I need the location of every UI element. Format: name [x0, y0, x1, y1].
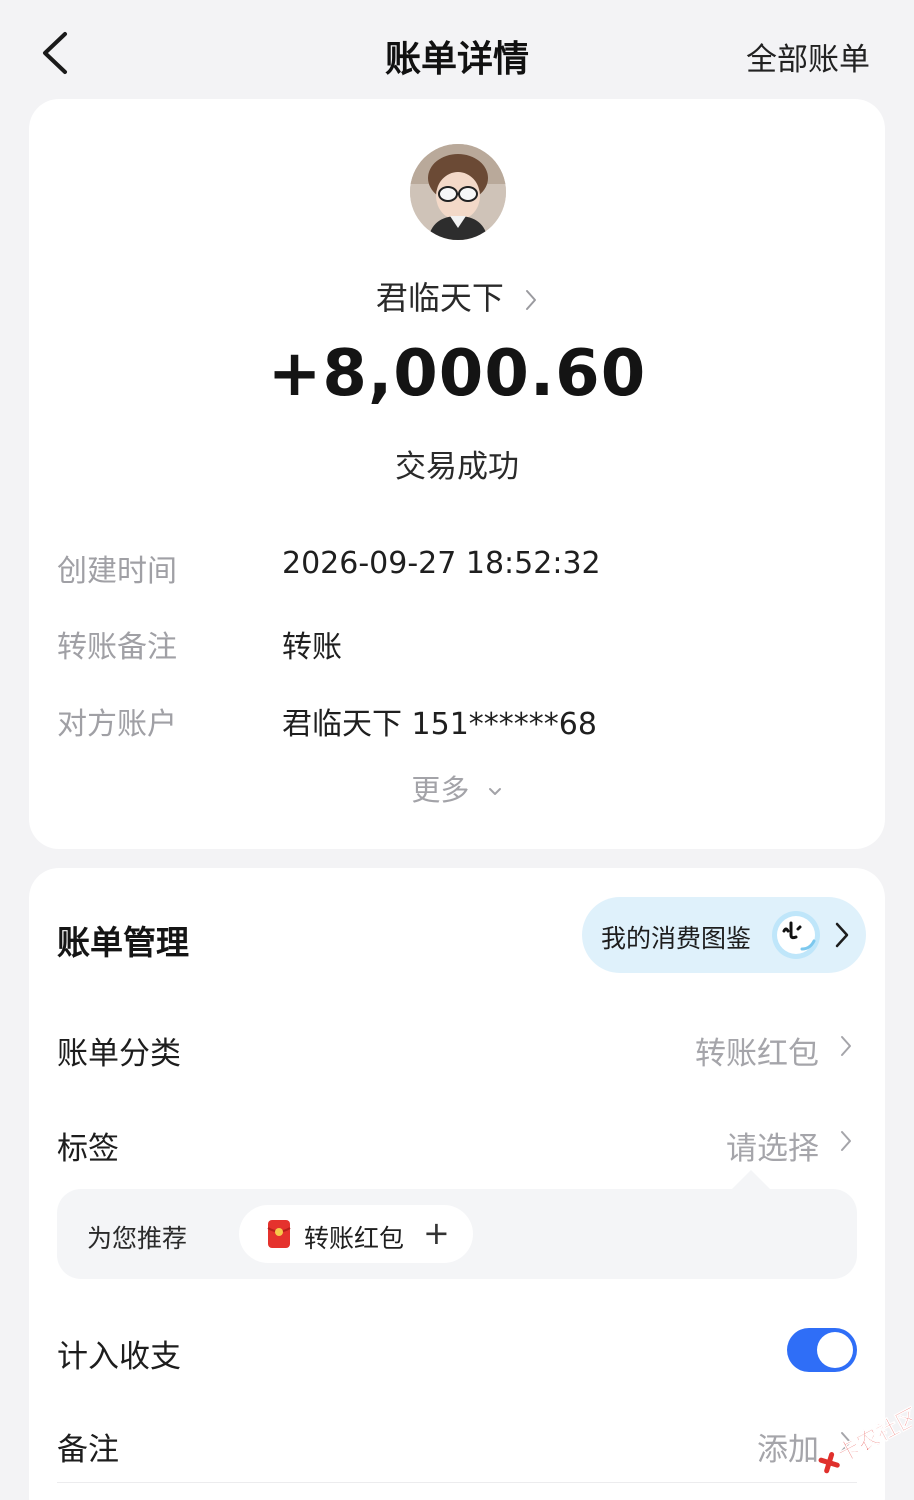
chevron-right-icon	[526, 290, 537, 310]
counterparty-name[interactable]: 君临天下	[29, 273, 885, 319]
tag-label: 标签	[57, 1131, 119, 1167]
transaction-card: 君临天下 +8,000.60 交易成功 创建时间 2026-09-27 18:5…	[29, 99, 885, 849]
transaction-status: 交易成功	[395, 449, 519, 485]
transfer-note-label: 转账备注	[57, 630, 177, 665]
chevron-right-icon[interactable]	[839, 1034, 853, 1058]
watermark-text: 卡农社区	[833, 1404, 912, 1468]
counterparty-account-label: 对方账户	[57, 707, 177, 742]
more-button[interactable]: 更多	[29, 767, 885, 809]
chevron-right-icon	[835, 922, 849, 948]
red-packet-icon	[267, 1220, 291, 1248]
section-title: 账单管理	[57, 923, 189, 962]
amount: +8,000.60	[267, 337, 647, 411]
watermark-logo: 卡农社区	[818, 1404, 912, 1474]
recommended-tag-label: 转账红包	[304, 1224, 405, 1253]
recommendation-notch	[731, 1170, 771, 1190]
tag-value[interactable]: 请选择	[726, 1123, 819, 1168]
avatar-image	[410, 144, 506, 240]
toggle-knob	[817, 1332, 853, 1368]
top-nav-bar: 账单详情 全部账单	[0, 0, 914, 100]
recommended-tag-chip[interactable]: 转账红包 +	[239, 1205, 473, 1263]
transfer-note-value: 转账	[282, 630, 342, 665]
category-label: 账单分类	[57, 1036, 181, 1072]
all-bills-link[interactable]: 全部账单	[746, 34, 870, 79]
more-label: 更多	[411, 773, 470, 807]
counterparty-label: 君临天下	[375, 279, 504, 317]
chevron-right-icon[interactable]	[839, 1129, 853, 1153]
plus-icon: +	[423, 1214, 450, 1252]
count-in-balance-label: 计入收支	[57, 1339, 181, 1375]
category-value[interactable]: 转账红包	[695, 1028, 819, 1073]
created-time-value: 2026-09-27 18:52:32	[282, 546, 601, 581]
tag-recommendation: 为您推荐 转账红包 +	[57, 1189, 857, 1279]
divider	[57, 1482, 857, 1483]
created-time-label: 创建时间	[57, 554, 177, 589]
chevron-down-icon	[488, 788, 501, 795]
counterparty-account-value: 君临天下 151******68	[282, 707, 597, 742]
bill-management-card: 账单管理 我的消费图鉴 账单分类 转账红包 标签 请选择 为您推荐 转账红包 +…	[29, 868, 885, 1500]
recommend-label: 为您推荐	[87, 1224, 188, 1253]
note-label: 备注	[57, 1432, 119, 1468]
consumption-atlas-button[interactable]: 我的消费图鉴	[582, 897, 866, 973]
consumption-atlas-label: 我的消费图鉴	[601, 924, 752, 953]
mascot-icon	[772, 911, 820, 959]
avatar[interactable]	[410, 144, 506, 240]
count-in-balance-toggle[interactable]	[787, 1328, 857, 1372]
